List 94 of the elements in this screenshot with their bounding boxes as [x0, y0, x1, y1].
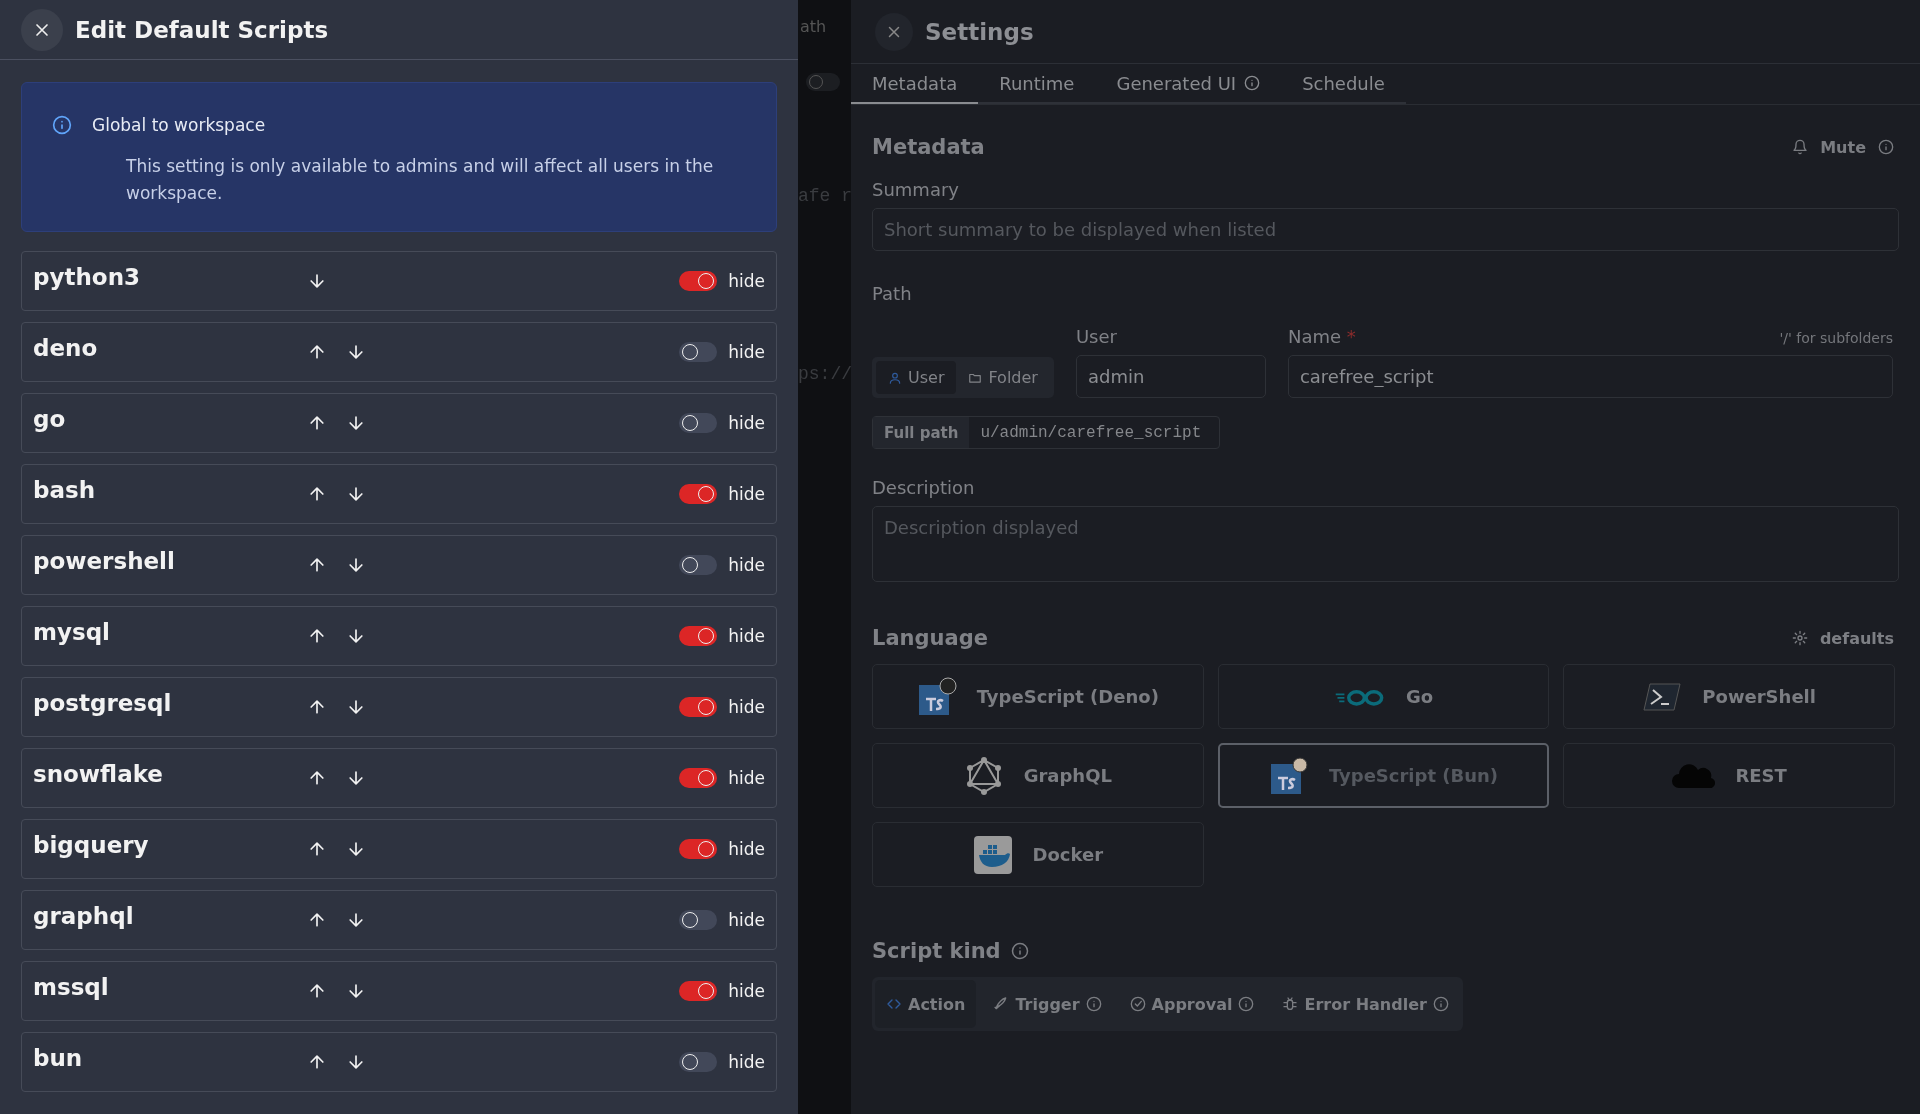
script-kind-option[interactable]: Trigger: [982, 980, 1113, 1028]
background-text: ath: [800, 17, 827, 36]
script-name: go: [33, 406, 67, 432]
toggle-label: hide: [728, 768, 765, 788]
language-option[interactable]: TypeScript (Deno): [872, 664, 1204, 729]
terminal-prompt-icon: [1642, 681, 1683, 712]
user-field[interactable]: admin: [1075, 355, 1266, 398]
field-label: User: [1075, 326, 1118, 347]
section-heading: Metadata: [872, 135, 985, 159]
typescript-dinosaur-icon: [916, 676, 957, 717]
tab[interactable]: Metadata: [851, 64, 979, 104]
script-name: snowflake: [33, 761, 164, 787]
section-heading: Language: [872, 626, 988, 650]
section-heading: Script kind: [872, 939, 1001, 963]
language-option[interactable]: TypeScript (Bun): [1217, 743, 1550, 808]
language-option[interactable]: PowerShell: [1563, 664, 1895, 729]
toggle-label: hide: [728, 910, 765, 930]
check-circle-icon: [1129, 996, 1146, 1012]
tab[interactable]: Runtime: [978, 64, 1096, 104]
info-icon: [1085, 996, 1102, 1012]
toggle-switch[interactable]: [679, 626, 718, 646]
tab[interactable]: Generated UI: [1095, 64, 1282, 104]
defaults-button[interactable]: defaults: [1791, 628, 1894, 648]
toggle-switch[interactable]: [679, 697, 718, 717]
name-field[interactable]: carefree_script: [1287, 355, 1893, 398]
script-name: deno: [33, 335, 99, 361]
toggle-label: hide: [728, 981, 765, 1001]
full-path-label: Full path: [873, 417, 970, 448]
toggle-label: hide: [728, 342, 765, 362]
toggle-switch[interactable]: [679, 342, 718, 362]
toggle-label: hide: [728, 413, 765, 433]
info-icon: [1010, 942, 1029, 960]
full-path-value: u/admin/carefree_script: [979, 422, 1203, 444]
toggle-switch[interactable]: [679, 768, 718, 788]
script-kind-option[interactable]: Action: [875, 980, 977, 1028]
owner-option[interactable]: User: [876, 361, 957, 394]
alert-text: This setting is only available to admins and will affect all users in the workspace.: [126, 155, 715, 205]
script-name: bash: [33, 477, 97, 503]
bug-icon: [1282, 996, 1299, 1012]
script-name: bigquery: [33, 832, 150, 858]
toggle-switch[interactable]: [679, 413, 718, 433]
language-option[interactable]: Go: [1217, 664, 1550, 729]
info-icon: [1244, 75, 1261, 91]
info-icon: [1432, 996, 1449, 1012]
language-option[interactable]: Docker: [872, 822, 1204, 887]
toggle-label: hide: [728, 839, 765, 859]
toggle-switch[interactable]: [679, 271, 718, 291]
language-option[interactable]: REST: [1563, 743, 1895, 808]
toggle-switch[interactable]: [679, 555, 718, 575]
close-button[interactable]: [875, 12, 913, 51]
field-label: Description: [872, 477, 976, 498]
whale-containers-icon: [972, 834, 1013, 875]
script-name: postgresql: [33, 690, 173, 716]
panel-title: Settings: [925, 18, 1034, 45]
toggle-label: hide: [728, 1052, 765, 1072]
toggle-label: hide: [728, 555, 765, 575]
owner-option[interactable]: Folder: [956, 361, 1050, 394]
close-button[interactable]: [21, 8, 63, 51]
toggle-switch[interactable]: [679, 981, 718, 1001]
cloud-icon: [1671, 761, 1716, 790]
bell-icon: [1792, 139, 1809, 155]
field-label: Path: [872, 283, 913, 304]
user-icon: [888, 370, 902, 385]
drawer-title: Edit Default Scripts: [75, 16, 329, 43]
info-icon: [1238, 996, 1255, 1012]
toggle-switch[interactable]: [679, 1052, 718, 1072]
toggle-label: hide: [728, 697, 765, 717]
script-name: graphql: [33, 903, 135, 929]
toggle-switch[interactable]: [679, 910, 718, 930]
toggle-label: hide: [728, 626, 765, 646]
summary-field[interactable]: Short summary to be displayed when listed: [872, 208, 1899, 251]
script-name: mysql: [33, 619, 111, 645]
field-label: Summary: [872, 179, 960, 200]
script-name: bun: [33, 1045, 84, 1071]
gear-icon: [1791, 630, 1808, 646]
info-icon: [1878, 139, 1894, 155]
script-name: python3: [33, 264, 141, 290]
script-name: powershell: [33, 548, 176, 574]
toggle-label: hide: [728, 271, 765, 291]
toggle-switch[interactable]: [679, 839, 718, 859]
alert-title: Global to workspace: [92, 115, 266, 135]
toggle-label: hide: [728, 484, 765, 504]
toggle-switch[interactable]: [679, 484, 718, 504]
tab[interactable]: Schedule: [1281, 64, 1406, 104]
info-icon: [52, 115, 72, 135]
typescript-bun-icon: [1268, 755, 1309, 796]
script-name: mssql: [33, 974, 110, 1000]
field-label: Name *: [1287, 326, 1356, 347]
description-field[interactable]: Description displayed: [872, 506, 1899, 582]
script-kind-option[interactable]: Approval: [1118, 980, 1266, 1028]
script-kind-option[interactable]: Error Handler: [1271, 980, 1460, 1028]
mute-label: Mute: [1820, 137, 1866, 157]
language-option[interactable]: GraphQL: [872, 743, 1204, 808]
field-hint: '/' for subfolders: [1779, 330, 1893, 346]
